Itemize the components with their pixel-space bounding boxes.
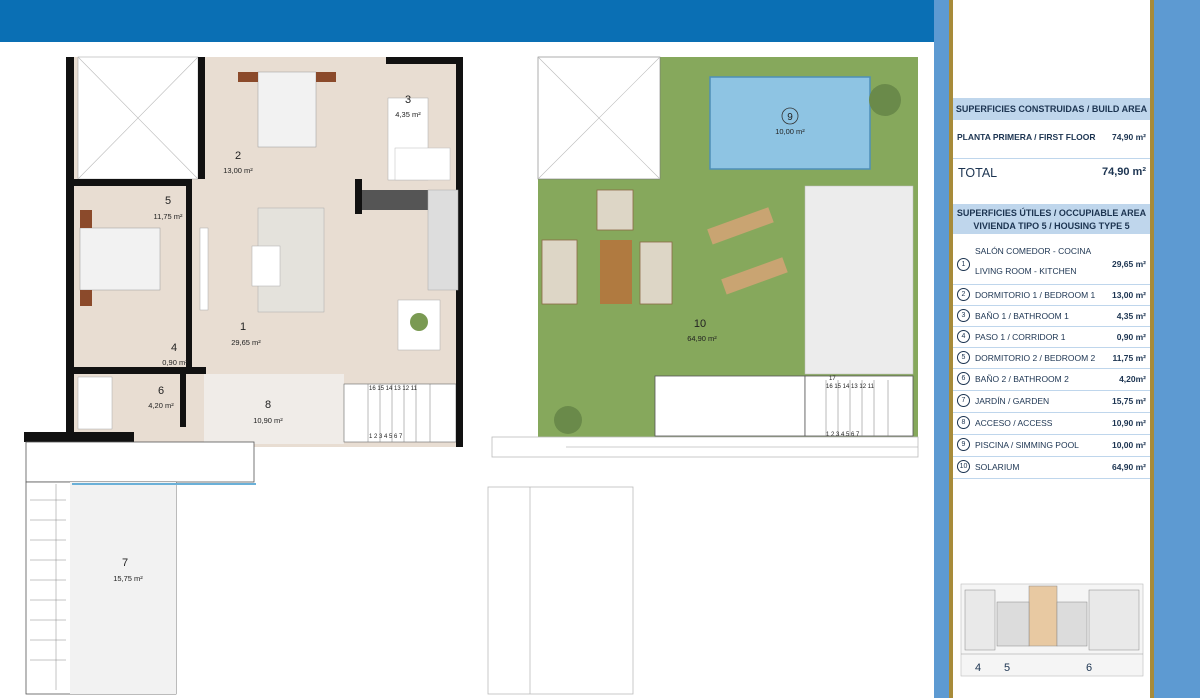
solarium-plan: 16 15 14 13 12 11 1 2 3 4 5 6 7 17 (487, 56, 919, 695)
item-number: 1 (957, 258, 970, 271)
first-floor-plan: 16 15 14 13 12 11 1 2 3 4 5 6 7 (24, 56, 463, 695)
room-num-6: 6 (158, 385, 164, 397)
first-floor-label: PLANTA PRIMERA / FIRST FLOOR (957, 132, 1096, 142)
first-floor-row: PLANTA PRIMERA / FIRST FLOOR 74,90 m² (953, 132, 1150, 148)
useful-area-title: SUPERFICIES ÚTILES / OCCUPIABLE AREA (956, 208, 1147, 218)
divider (953, 478, 1150, 479)
divider (953, 434, 1150, 435)
item-number: 6 (957, 372, 970, 385)
first-floor-value: 74,90 m² (1111, 132, 1146, 142)
list-item-4: 4 PASO 1 / CORRIDOR 1 0,90 m² (953, 330, 1150, 348)
divider (953, 456, 1150, 457)
item-value: 4,35 m² (1116, 311, 1146, 321)
location-key-plan (960, 583, 1144, 677)
divider (953, 326, 1150, 327)
item-label: DORMITORIO 1 / BEDROOM 1 (975, 290, 1096, 300)
item-number: 2 (957, 288, 970, 301)
total-row: TOTAL 74,90 m² (953, 166, 1150, 186)
room-num-5: 5 (165, 195, 171, 207)
svg-text:16 15 14 13 12 11: 16 15 14 13 12 11 (826, 384, 875, 390)
item-label: SALÓN COMEDOR - COCINA (975, 246, 1092, 256)
item-label: JARDÍN / GARDEN (975, 396, 1050, 406)
room-area-8: 10,90 m² (253, 416, 283, 425)
divider (953, 158, 1150, 159)
build-area-header: SUPERFICIES CONSTRUIDAS / BUILD AREA (953, 98, 1150, 120)
list-item-7: 7 JARDÍN / GARDEN 15,75 m² (953, 394, 1150, 412)
list-item-8: 8 ACCESO / ACCESS 10,90 m² (953, 416, 1150, 434)
room-num-8: 8 (265, 399, 271, 411)
item-label: BAÑO 2 / BATHROOM 2 (975, 374, 1069, 384)
room-area-1: 29,65 m² (231, 338, 261, 347)
svg-text:1 2 3 4 5 6 7: 1 2 3 4 5 6 7 (369, 434, 403, 440)
stair-step-17: 17 (829, 376, 836, 382)
room-area-4: 0,90 m² (162, 358, 188, 367)
room-area-9: 10,00 m² (775, 127, 805, 136)
room-num-7: 7 (122, 557, 128, 569)
list-item-10: 10 SOLARIUM 64,90 m² (953, 460, 1150, 478)
room-num-3: 3 (405, 94, 411, 106)
divider (953, 368, 1150, 369)
item-label-2: LIVING ROOM - KITCHEN (975, 266, 1077, 276)
item-value: 13,00 m² (1111, 290, 1146, 300)
item-label: PISCINA / SIMMING POOL (975, 440, 1079, 450)
area-summary-panel: SUPERFICIES CONSTRUIDAS / BUILD AREA PLA… (953, 0, 1150, 698)
divider (953, 305, 1150, 306)
room-num-2: 2 (235, 150, 241, 162)
list-item-3: 3 BAÑO 1 / BATHROOM 1 4,35 m² (953, 309, 1150, 327)
item-value: 15,75 m² (1111, 396, 1146, 406)
item-number: 10 (957, 460, 970, 473)
item-value: 10,00 m² (1111, 440, 1146, 450)
list-item-9: 9 PISCINA / SIMMING POOL 10,00 m² (953, 438, 1150, 456)
room-num-10: 10 (694, 318, 706, 330)
item-label: BAÑO 1 / BATHROOM 1 (975, 311, 1069, 321)
room-num-4: 4 (171, 342, 177, 354)
list-item-1: 1 SALÓN COMEDOR - COCINA LIVING ROOM - K… (953, 244, 1150, 282)
divider (953, 347, 1150, 348)
room-area-3: 4,35 m² (395, 110, 421, 119)
item-label: DORMITORIO 2 / BEDROOM 2 (975, 353, 1096, 363)
room-area-2: 13,00 m² (223, 166, 253, 175)
room-area-5: 11,75 m² (153, 212, 183, 221)
item-number: 5 (957, 351, 970, 364)
item-label: SOLARIUM (975, 462, 1020, 472)
location-label-5: 5 (1004, 662, 1011, 674)
item-number: 3 (957, 309, 970, 322)
item-number: 9 (957, 438, 970, 451)
item-number: 8 (957, 416, 970, 429)
divider (953, 412, 1150, 413)
header-bar (0, 0, 947, 42)
svg-text:16 15 14 13 12 11: 16 15 14 13 12 11 (369, 386, 418, 392)
item-label: PASO 1 / CORRIDOR 1 (975, 332, 1066, 342)
floor-plans: 16 15 14 13 12 11 1 2 3 4 5 6 7 1 29,65 … (24, 56, 919, 695)
item-value: 29,65 m² (1111, 259, 1146, 269)
room-area-7: 15,75 m² (113, 574, 143, 583)
total-value: 74,90 m² (1101, 166, 1146, 178)
housing-type-title: VIVIENDA TIPO 5 / HOUSING TYPE 5 (973, 221, 1130, 231)
item-value: 64,90 m² (1111, 462, 1146, 472)
total-label: TOTAL (958, 166, 998, 180)
location-label-4: 4 (975, 662, 982, 674)
room-area-6: 4,20 m² (148, 401, 174, 410)
room-num-9: 9 (787, 112, 793, 123)
list-item-2: 2 DORMITORIO 1 / BEDROOM 1 13,00 m² (953, 288, 1150, 306)
item-value: 11,75 m² (1112, 353, 1146, 363)
item-value: 4,20m² (1119, 374, 1146, 384)
location-label-6: 6 (1086, 662, 1093, 674)
divider (953, 284, 1150, 285)
useful-area-header: SUPERFICIES ÚTILES / OCCUPIABLE AREA VIV… (953, 204, 1150, 234)
divider (953, 390, 1150, 391)
item-label: ACCESO / ACCESS (975, 418, 1053, 428)
room-area-10: 64,90 m² (687, 334, 717, 343)
item-number: 4 (957, 330, 970, 343)
list-item-5: 5 DORMITORIO 2 / BEDROOM 2 11,75 m² (953, 351, 1150, 369)
room-num-1: 1 (240, 321, 246, 333)
item-value: 10,90 m² (1111, 418, 1146, 428)
item-value: 0,90 m² (1116, 332, 1146, 342)
list-item-6: 6 BAÑO 2 / BATHROOM 2 4,20m² (953, 372, 1150, 390)
item-number: 7 (957, 394, 970, 407)
